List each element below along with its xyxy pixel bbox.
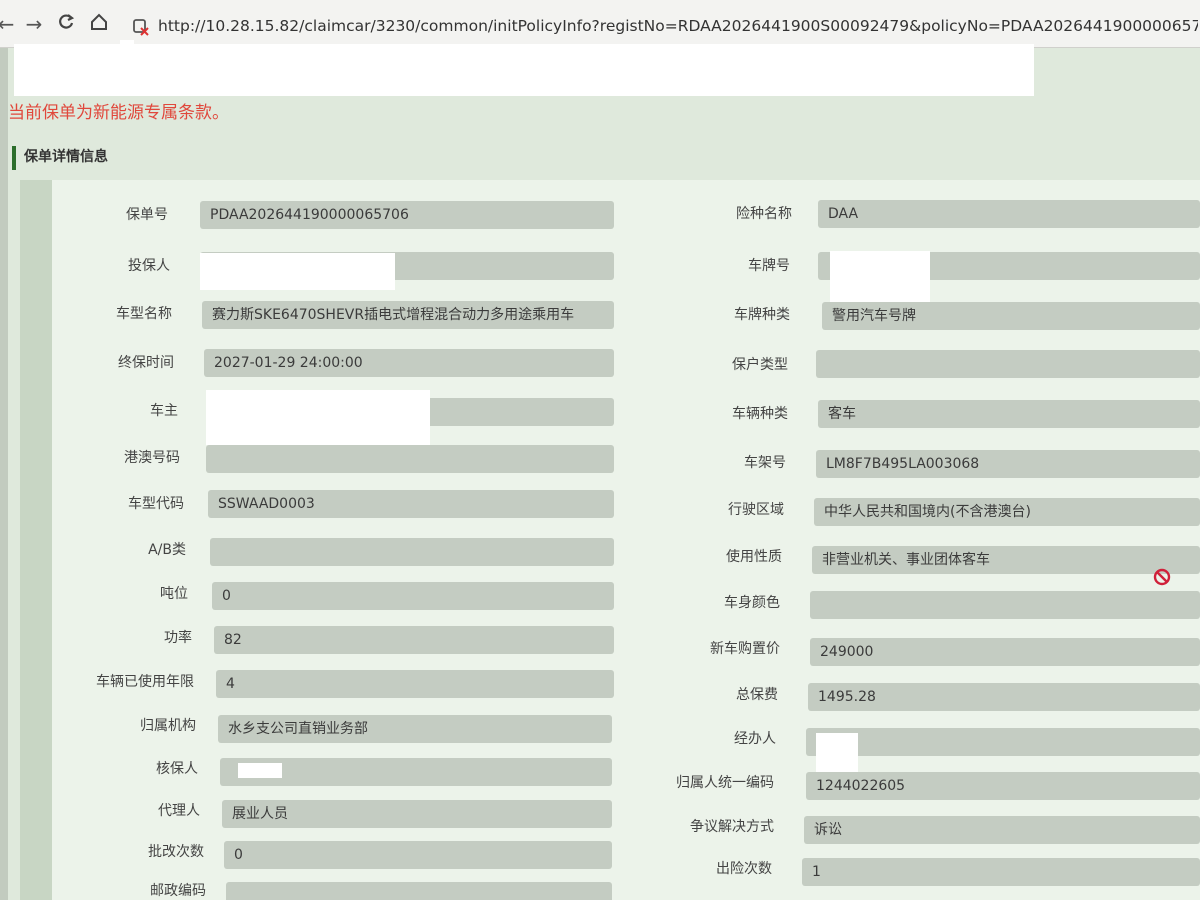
- dispute-resolution-field: 诉讼: [804, 816, 1200, 844]
- vehicle-type-field: 客车: [818, 400, 1200, 428]
- total-premium-field: 1495.28: [808, 683, 1200, 711]
- vehicle-model-name-field: 赛力斯SKE6470SHEVR插电式增程混合动力多用途乘用车: [202, 301, 614, 329]
- field-label: 险种名称: [736, 206, 792, 222]
- new-energy-notice: 当前保单为新能源专属条款。: [8, 103, 229, 123]
- endorsement-count-field: 0: [224, 841, 612, 869]
- hk-macau-no-field: [206, 445, 614, 473]
- field-label: 投保人: [128, 258, 170, 274]
- field-label: 车型名称: [116, 306, 172, 322]
- field-label: 核保人: [156, 761, 198, 777]
- redacted-underwriter: [238, 763, 282, 778]
- field-label: 行驶区域: [728, 502, 784, 518]
- browser-toolbar: ← → http://10.28.15.82/claimcar/3230/com…: [0, 0, 1200, 48]
- field-label: 使用性质: [726, 549, 782, 565]
- field-label: 车型代码: [128, 496, 184, 512]
- field-label: 保单号: [126, 207, 168, 223]
- redacted-header: [14, 44, 1034, 96]
- home-icon[interactable]: [87, 12, 111, 36]
- vehicle-model-code-field: SSWAAD0003: [208, 490, 614, 518]
- end-date-field: 2027-01-29 24:00:00: [204, 349, 614, 377]
- prohibited-icon[interactable]: [1153, 568, 1171, 586]
- back-icon[interactable]: ←: [0, 12, 18, 36]
- field-label: 车身颜色: [724, 595, 780, 611]
- field-label: 车辆种类: [732, 406, 788, 422]
- policy-no-field: PDAA202644190000065706: [200, 201, 614, 229]
- field-label: 保户类型: [732, 357, 788, 373]
- customer-type-field: [816, 350, 1200, 378]
- new-car-price-field: 249000: [810, 638, 1200, 666]
- plate-type-field: 警用汽车号牌: [822, 302, 1200, 330]
- years-used-field: 4: [216, 670, 614, 698]
- handler-field: [806, 728, 1200, 756]
- claim-count-field: 1: [802, 858, 1200, 886]
- field-label: 归属机构: [140, 718, 196, 734]
- body-color-field: [810, 591, 1200, 619]
- postal-code-field: [226, 882, 612, 900]
- ab-class-field: [210, 538, 614, 566]
- field-label: 车牌种类: [734, 307, 790, 323]
- site-security-icon[interactable]: [132, 16, 150, 36]
- organization-field: 水乡支公司直销业务部: [218, 715, 612, 743]
- field-label: A/B类: [148, 542, 186, 558]
- field-label: 终保时间: [118, 355, 174, 371]
- address-bar[interactable]: http://10.28.15.82/claimcar/3230/common/…: [158, 14, 1198, 38]
- field-label: 车主: [150, 403, 178, 419]
- use-nature-field: 非营业机关、事业团体客车: [812, 546, 1200, 574]
- field-label: 车牌号: [748, 258, 790, 274]
- insurance-type-field: DAA: [818, 200, 1200, 228]
- redacted-fragment: [120, 40, 134, 48]
- left-frame-border: [0, 48, 8, 900]
- power-field: 82: [214, 626, 614, 654]
- forward-icon[interactable]: →: [22, 12, 46, 36]
- reload-icon[interactable]: [54, 12, 78, 36]
- field-label: 争议解决方式: [690, 819, 774, 835]
- field-label: 批改次数: [148, 844, 204, 860]
- field-label: 邮政编码: [150, 883, 206, 899]
- agent-field: 展业人员: [222, 800, 612, 828]
- field-label: 归属人统一编码: [676, 775, 774, 791]
- field-label: 代理人: [158, 803, 200, 819]
- field-label: 功率: [164, 630, 192, 646]
- field-label: 港澳号码: [124, 450, 180, 466]
- redacted-handler: [816, 733, 858, 775]
- redacted-owner: [206, 390, 430, 445]
- owner-code-field: 1244022605: [806, 772, 1200, 800]
- field-label: 吨位: [160, 586, 188, 602]
- field-label: 总保费: [736, 687, 778, 703]
- tonnage-field: 0: [212, 582, 614, 610]
- section-title: 保单详情信息: [12, 146, 108, 170]
- field-label: 新车购置价: [710, 641, 780, 657]
- redacted-plate: [830, 251, 930, 303]
- field-label: 车架号: [744, 455, 786, 471]
- field-label: 经办人: [734, 731, 776, 747]
- field-label: 出险次数: [716, 861, 772, 877]
- field-label: 车辆已使用年限: [96, 674, 194, 690]
- redacted-applicant: [200, 253, 395, 290]
- vin-field: LM8F7B495LA003068: [816, 450, 1200, 478]
- driving-area-field: 中华人民共和国境内(不含港澳台): [814, 498, 1200, 526]
